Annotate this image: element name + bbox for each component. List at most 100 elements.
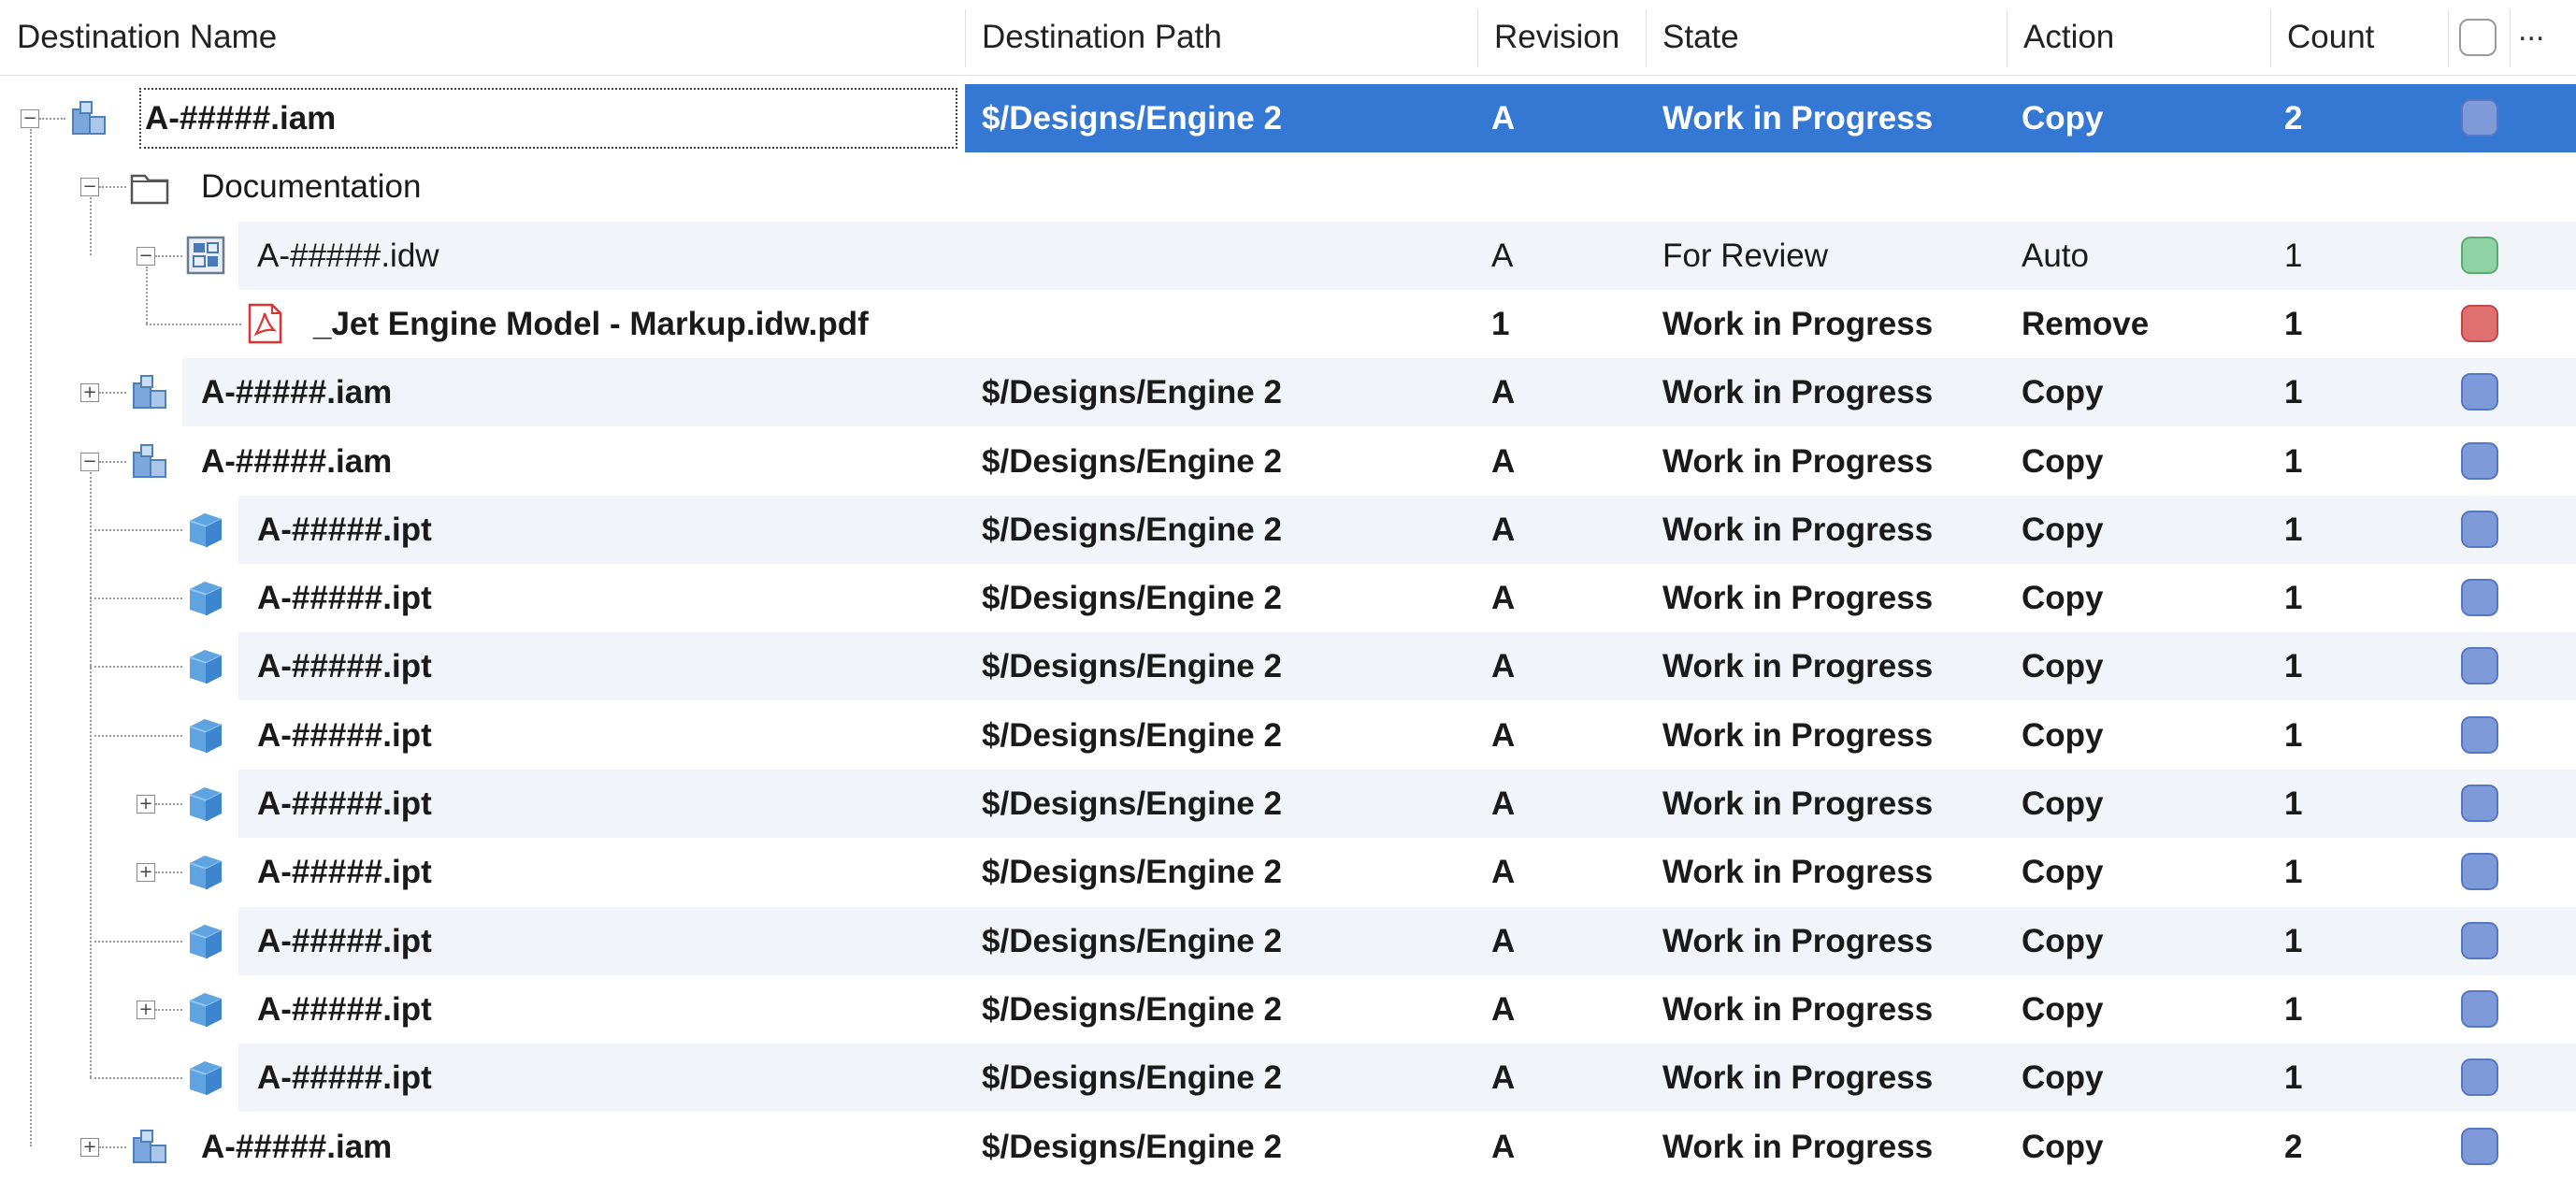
count-cell: 1 (2284, 580, 2303, 617)
column-divider[interactable] (2448, 9, 2449, 67)
destination-path-cell: $/Designs/Engine 2 (982, 854, 1282, 891)
column-header-revision[interactable]: Revision (1477, 0, 1646, 75)
tree-row[interactable]: A-#####.ipt $/Designs/Engine 2 A Work in Pr… (0, 701, 2576, 770)
status-indicator-blue[interactable] (2461, 510, 2498, 548)
assembly-icon (128, 370, 171, 413)
status-indicator-blue[interactable] (2461, 989, 2498, 1028)
state-cell: Work in Progress (1662, 100, 1934, 137)
expand-toggle[interactable]: + (137, 863, 155, 883)
tree-row[interactable]: A-#####.ipt $/Designs/Engine 2 A Work in Pr… (0, 906, 2576, 975)
tree-row[interactable]: + A-#####.ipt $/Designs/Engine 2 A Work in P… (0, 838, 2576, 906)
destination-name-cell: A-#####.ipt (257, 580, 432, 617)
tree-connector-horizontal (155, 871, 182, 874)
expand-toggle[interactable]: + (80, 383, 99, 403)
state-cell: Work in Progress (1662, 580, 1934, 617)
destination-name-cell: _Jet Engine Model - Markup.idw.pdf (313, 305, 869, 342)
revision-cell: A (1491, 1059, 1516, 1097)
count-cell: 1 (2284, 990, 2303, 1028)
part-icon (184, 782, 227, 825)
tree-row-selected[interactable]: − A-#####.iam $/Designs/Engine 2 A Work in P… (0, 84, 2576, 152)
column-header-destination-name[interactable]: Destination Name (0, 0, 965, 75)
assembly-icon (128, 1125, 171, 1168)
tree-row[interactable]: + A-#####.ipt $/Designs/Engine 2 A Work in P… (0, 975, 2576, 1044)
status-indicator-blue[interactable] (2461, 715, 2498, 754)
count-cell: 1 (2284, 237, 2303, 274)
destination-name-cell: A-#####.iam (201, 1128, 393, 1165)
tree-row[interactable]: − A-#####.idw A For Review Auto 1 (0, 221, 2576, 290)
status-indicator-blue[interactable] (2461, 853, 2498, 891)
row-shading (238, 632, 2576, 701)
collapse-toggle[interactable]: − (80, 452, 99, 471)
row-shading (238, 906, 2576, 975)
status-indicator-blue[interactable] (2461, 785, 2498, 822)
revision-cell: A (1491, 442, 1516, 480)
count-cell: 1 (2284, 1059, 2303, 1097)
status-indicator-blue[interactable] (2461, 1127, 2498, 1165)
revision-cell: A (1491, 716, 1516, 754)
status-indicator-blue[interactable] (2461, 579, 2498, 617)
status-indicator-blue[interactable] (2461, 99, 2498, 137)
state-cell: Work in Progress (1662, 990, 1934, 1028)
tree-row[interactable]: A-#####.ipt $/Designs/Engine 2 A Work in Pr… (0, 495, 2576, 564)
tree-row[interactable]: − Documentation (0, 152, 2576, 221)
row-shading (238, 1044, 2576, 1113)
destination-name-cell: A-#####.ipt (257, 785, 432, 822)
revision-cell: A (1491, 237, 1514, 274)
action-cell: Copy (2022, 580, 2104, 617)
count-cell: 1 (2284, 442, 2303, 480)
row-shading (238, 495, 2576, 564)
status-indicator-blue[interactable] (2461, 921, 2498, 959)
tree-connector-horizontal (99, 1145, 126, 1148)
column-header-destination-path[interactable]: Destination Path (965, 0, 1477, 75)
status-indicator-red[interactable] (2461, 304, 2498, 342)
expand-toggle[interactable]: + (80, 1137, 99, 1157)
collapse-toggle[interactable]: − (137, 246, 155, 266)
select-all-checkbox[interactable] (2459, 19, 2497, 56)
tree-row[interactable]: A-#####.ipt $/Designs/Engine 2 A Work in Pr… (0, 564, 2576, 632)
row-shading (238, 221, 2576, 290)
count-cell: 1 (2284, 374, 2303, 411)
count-cell: 2 (2284, 1128, 2303, 1165)
collapse-toggle[interactable]: − (21, 109, 39, 128)
state-cell: Work in Progress (1662, 922, 1934, 959)
tree-row[interactable]: + A-#####.iam $/Designs/Engine 2 A Work in P… (0, 358, 2576, 427)
collapse-toggle[interactable]: − (80, 178, 99, 197)
tree-row[interactable]: A-#####.ipt $/Designs/Engine 2 A Work in Pr… (0, 1044, 2576, 1113)
column-header-state[interactable]: State (1646, 0, 2007, 75)
tree-connector-horizontal (90, 1077, 182, 1080)
expand-toggle[interactable]: + (137, 795, 155, 814)
part-icon (184, 919, 227, 962)
destination-name-cell: A-#####.ipt (257, 922, 432, 959)
tree-row[interactable]: _Jet Engine Model - Markup.idw.pdf 1 Work … (0, 290, 2576, 358)
action-cell: Copy (2022, 716, 2104, 754)
column-divider[interactable] (2510, 9, 2511, 67)
action-cell: Copy (2022, 442, 2104, 480)
tree-row[interactable]: + A-#####.iam $/Designs/Engine 2 A Work in P… (0, 1113, 2576, 1181)
column-chooser-button[interactable]: ... (2518, 0, 2544, 60)
tree-row[interactable]: A-#####.ipt $/Designs/Engine 2 A Work in Pr… (0, 632, 2576, 701)
count-cell: 1 (2284, 785, 2303, 822)
status-indicator-blue[interactable] (2461, 1059, 2498, 1097)
state-cell: Work in Progress (1662, 716, 1934, 754)
count-cell: 1 (2284, 305, 2303, 342)
tree-row[interactable]: − A-#####.iam $/Designs/Engine 2 A Work in P… (0, 427, 2576, 496)
state-cell: Work in Progress (1662, 1128, 1934, 1165)
status-indicator-blue[interactable] (2461, 373, 2498, 411)
tree-connector-horizontal (99, 186, 126, 189)
state-cell: Work in Progress (1662, 374, 1934, 411)
column-header-count[interactable]: Count (2270, 0, 2448, 75)
status-indicator-green[interactable] (2461, 236, 2498, 274)
action-cell: Auto (2022, 237, 2089, 274)
part-icon (184, 713, 227, 756)
destination-path-cell: $/Designs/Engine 2 (982, 990, 1282, 1028)
action-cell: Copy (2022, 511, 2104, 548)
tree-connector-vertical (90, 471, 92, 1078)
status-indicator-blue[interactable] (2461, 647, 2498, 685)
destination-path-cell: $/Designs/Engine 2 (982, 1059, 1282, 1097)
tree-row[interactable]: + A-#####.ipt $/Designs/Engine 2 A Work in P… (0, 770, 2576, 838)
status-indicator-blue[interactable] (2461, 441, 2498, 480)
state-cell: For Review (1662, 237, 1828, 274)
tree-connector-horizontal (99, 460, 126, 463)
column-header-action[interactable]: Action (2007, 0, 2270, 75)
expand-toggle[interactable]: + (137, 1000, 155, 1019)
